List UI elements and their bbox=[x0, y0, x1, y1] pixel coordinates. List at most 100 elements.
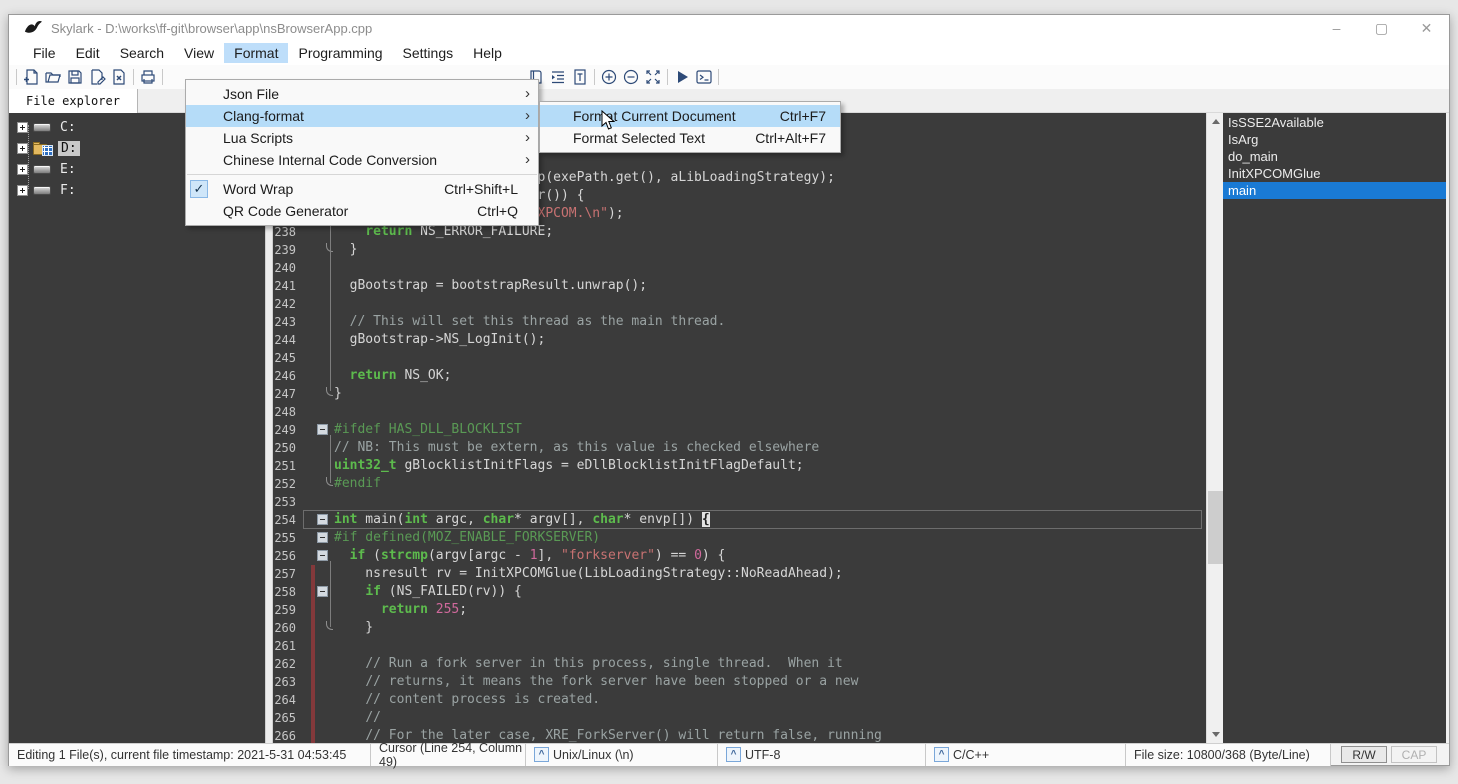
line-number: 263 bbox=[274, 675, 296, 689]
menubar-item-settings[interactable]: Settings bbox=[393, 43, 464, 63]
marker-column bbox=[301, 493, 317, 511]
menubar-item-file[interactable]: File bbox=[23, 43, 66, 63]
file-explorer-tab[interactable]: File explorer bbox=[9, 89, 138, 113]
function-item-main[interactable]: main bbox=[1223, 182, 1446, 199]
code-line-239[interactable]: 239 } bbox=[273, 241, 1206, 259]
line-number: 253 bbox=[274, 495, 296, 509]
code-line-251[interactable]: 251 uint32_t gBlocklistInitFlags = eDllBl… bbox=[273, 457, 1206, 475]
drive-item-d[interactable]: D: bbox=[17, 138, 80, 159]
toolbar-separator bbox=[718, 69, 719, 85]
function-item-isarg[interactable]: IsArg bbox=[1223, 131, 1446, 148]
code-line-254[interactable]: 254 int main(int argc, char* argv[], char… bbox=[273, 511, 1206, 529]
fold-column bbox=[317, 673, 334, 691]
code-line-262[interactable]: 262 // Run a fork server in this process… bbox=[273, 655, 1206, 673]
run-icon[interactable] bbox=[671, 67, 693, 87]
code-line-264[interactable]: 264 // content process is created. bbox=[273, 691, 1206, 709]
code-line-241[interactable]: 241 gBootstrap = bootstrapResult.unwrap(… bbox=[273, 277, 1206, 295]
code-line-243[interactable]: 243 // This will set this thread as the … bbox=[273, 313, 1206, 331]
code-line-256[interactable]: 256 if (strcmp(argv[argc - 1], "forkserv… bbox=[273, 547, 1206, 565]
maximize-button[interactable]: ▢ bbox=[1359, 15, 1404, 41]
code-line-265[interactable]: 265 // bbox=[273, 709, 1206, 727]
menu-item-label: Lua Scripts bbox=[223, 130, 294, 146]
expand-plus-icon[interactable] bbox=[17, 164, 28, 175]
marker-column bbox=[301, 277, 317, 295]
function-item-issse2available[interactable]: IsSSE2Available bbox=[1223, 114, 1446, 131]
readwrite-toggle[interactable]: R/W bbox=[1341, 746, 1387, 763]
marker-column bbox=[301, 241, 317, 259]
status-text: C/C++ bbox=[953, 747, 990, 762]
menu-item-clang-format[interactable]: Clang-format › bbox=[186, 105, 538, 127]
terminal-icon[interactable] bbox=[693, 67, 715, 87]
code-line-255[interactable]: 255 #if defined(MOZ_ENABLE_FORKSERVER) bbox=[273, 529, 1206, 547]
menu-item-word-wrap[interactable]: ✓ Word Wrap Ctrl+Shift+L bbox=[186, 178, 538, 200]
code-line-246[interactable]: 246 return NS_OK; bbox=[273, 367, 1206, 385]
menubar-item-help[interactable]: Help bbox=[463, 43, 512, 63]
fold-collapse-icon[interactable] bbox=[317, 532, 328, 543]
scrollbar-thumb[interactable] bbox=[1208, 491, 1223, 564]
fold-collapse-icon[interactable] bbox=[317, 550, 328, 561]
menu-item-chinese-internal-code-conversion[interactable]: Chinese Internal Code Conversion › bbox=[186, 149, 538, 171]
menu-item-qr-code-generator[interactable]: QR Code Generator Ctrl+Q bbox=[186, 200, 538, 222]
submenu-item-format-current-document[interactable]: Format Current Document Ctrl+F7 bbox=[540, 105, 840, 127]
save-icon[interactable] bbox=[64, 67, 86, 87]
drive-item-c[interactable]: C: bbox=[17, 117, 79, 138]
code-line-261[interactable]: 261 bbox=[273, 637, 1206, 655]
scroll-up-arrow-icon[interactable] bbox=[1207, 113, 1224, 130]
expand-plus-icon[interactable] bbox=[17, 122, 28, 133]
code-line-249[interactable]: 249 #ifdef HAS_DLL_BLOCKLIST bbox=[273, 421, 1206, 439]
code-text: int main(int argc, char* argv[], char* e… bbox=[334, 512, 710, 527]
marker-column bbox=[301, 439, 317, 457]
window-title: Skylark - D:\works\ff-git\browser\app\ns… bbox=[51, 20, 373, 36]
editor-scrollbar[interactable] bbox=[1206, 113, 1223, 743]
code-line-258[interactable]: 258 if (NS_FAILED(rv)) { bbox=[273, 583, 1206, 601]
menu-item-json-file[interactable]: Json File › bbox=[186, 83, 538, 105]
indent-icon[interactable] bbox=[547, 67, 569, 87]
code-line-245[interactable]: 245 bbox=[273, 349, 1206, 367]
code-line-250[interactable]: 250 // NB: This must be extern, as this v… bbox=[273, 439, 1206, 457]
drive-item-f[interactable]: F: bbox=[17, 180, 79, 201]
code-line-247[interactable]: 247} bbox=[273, 385, 1206, 403]
new-file-icon[interactable] bbox=[20, 67, 42, 87]
menubar-item-view[interactable]: View bbox=[174, 43, 224, 63]
menubar-item-format[interactable]: Format bbox=[224, 43, 289, 63]
code-line-259[interactable]: 259 return 255; bbox=[273, 601, 1206, 619]
drive-item-e[interactable]: E: bbox=[17, 159, 79, 180]
expand-plus-icon[interactable] bbox=[17, 143, 28, 154]
code-line-252[interactable]: 252 #endif bbox=[273, 475, 1206, 493]
status-mode-icon[interactable]: ^ bbox=[534, 747, 549, 762]
code-line-242[interactable]: 242 bbox=[273, 295, 1206, 313]
scroll-down-arrow-icon[interactable] bbox=[1207, 726, 1224, 743]
menubar-item-programming[interactable]: Programming bbox=[288, 43, 392, 63]
submenu-item-format-selected-text[interactable]: Format Selected Text Ctrl+Alt+F7 bbox=[540, 127, 840, 149]
marker-column bbox=[301, 367, 317, 385]
close-button[interactable]: ✕ bbox=[1404, 15, 1449, 41]
menubar-item-edit[interactable]: Edit bbox=[66, 43, 110, 63]
status-mode-icon[interactable]: ^ bbox=[934, 747, 949, 762]
status-mode-icon[interactable]: ^ bbox=[726, 747, 741, 762]
menu-item-lua-scripts[interactable]: Lua Scripts › bbox=[186, 127, 538, 149]
function-item-initxpcomglue[interactable]: InitXPCOMGlue bbox=[1223, 165, 1446, 182]
code-line-260[interactable]: 260 } bbox=[273, 619, 1206, 637]
code-line-244[interactable]: 244 gBootstrap->NS_LogInit(); bbox=[273, 331, 1206, 349]
fullscreen-icon[interactable] bbox=[642, 67, 664, 87]
text-document-icon[interactable] bbox=[569, 67, 591, 87]
zoom-out-icon[interactable] bbox=[620, 67, 642, 87]
function-item-do-main[interactable]: do_main bbox=[1223, 148, 1446, 165]
menubar-item-search[interactable]: Search bbox=[110, 43, 174, 63]
code-line-248[interactable]: 248 bbox=[273, 403, 1206, 421]
save-as-icon[interactable] bbox=[86, 67, 108, 87]
open-folder-icon[interactable] bbox=[42, 67, 64, 87]
fold-collapse-icon[interactable] bbox=[317, 424, 328, 435]
close-file-icon[interactable] bbox=[108, 67, 130, 87]
code-line-263[interactable]: 263 // returns, it means the fork server… bbox=[273, 673, 1206, 691]
code-line-253[interactable]: 253 bbox=[273, 493, 1206, 511]
expand-plus-icon[interactable] bbox=[17, 185, 28, 196]
fold-collapse-icon[interactable] bbox=[317, 514, 328, 525]
minimize-button[interactable]: – bbox=[1314, 15, 1359, 41]
zoom-in-icon[interactable] bbox=[598, 67, 620, 87]
code-line-240[interactable]: 240 bbox=[273, 259, 1206, 277]
print-icon[interactable] bbox=[137, 67, 159, 87]
line-number: 264 bbox=[274, 693, 296, 707]
fold-collapse-icon[interactable] bbox=[317, 586, 328, 597]
code-line-257[interactable]: 257 nsresult rv = InitXPCOMGlue(LibLoadi… bbox=[273, 565, 1206, 583]
